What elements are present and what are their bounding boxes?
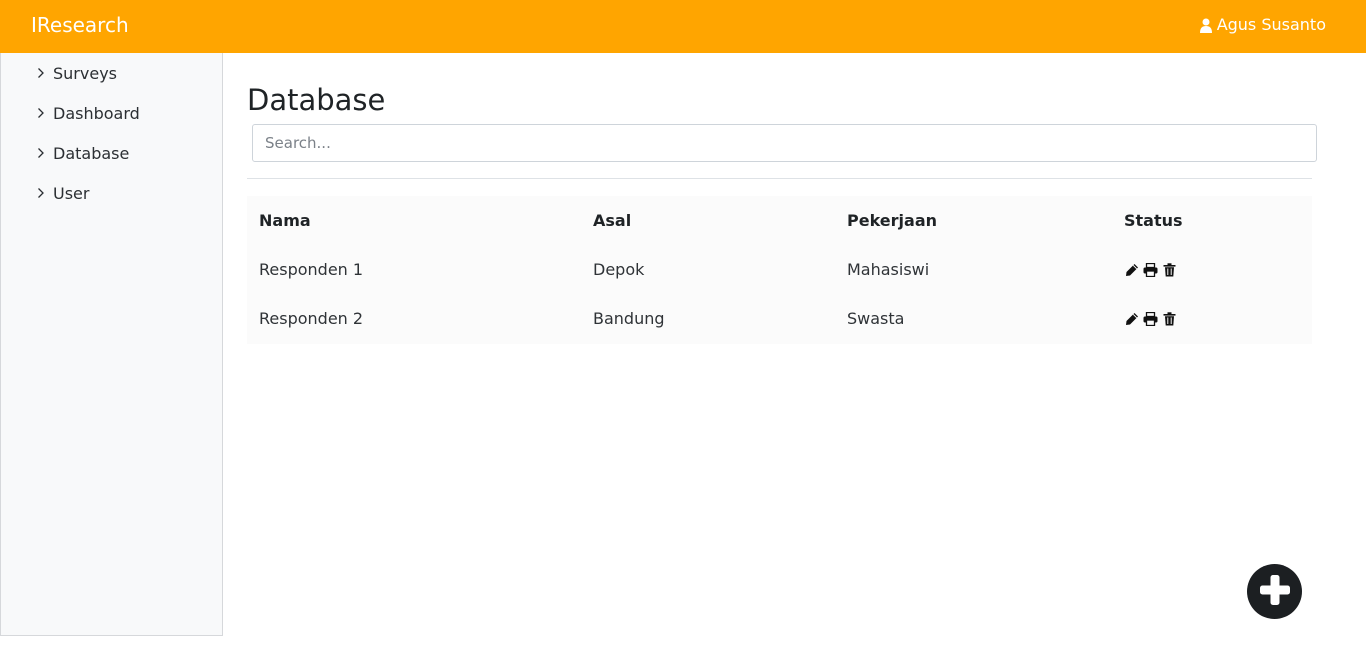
add-button[interactable] <box>1247 564 1302 619</box>
table-row: Responden 2 Bandung Swasta <box>247 294 1312 343</box>
cell-status-actions <box>1124 245 1177 294</box>
pencil-icon[interactable] <box>1124 262 1139 277</box>
pencil-icon[interactable] <box>1124 311 1139 326</box>
trash-icon[interactable] <box>1162 262 1177 277</box>
search-input[interactable] <box>252 124 1317 162</box>
brand-logo[interactable]: IResearch <box>31 12 129 38</box>
column-header-status: Status <box>1124 211 1183 230</box>
cell-status-actions <box>1124 294 1177 343</box>
cell-pekerjaan: Mahasiswi <box>847 260 930 279</box>
page-title: Database <box>247 83 386 117</box>
sidebar-item-surveys[interactable]: Surveys <box>37 62 117 84</box>
divider <box>247 178 1312 179</box>
cell-asal: Depok <box>593 260 645 279</box>
chevron-right-icon <box>37 107 45 119</box>
chevron-right-icon <box>37 147 45 159</box>
column-header-asal: Asal <box>593 211 632 230</box>
sidebar-item-label: Database <box>53 143 130 163</box>
cell-nama: Responden 1 <box>259 260 364 279</box>
user-name: Agus Susanto <box>1216 15 1326 34</box>
sidebar-item-database[interactable]: Database <box>37 142 129 164</box>
table-header-row: Nama Asal Pekerjaan Status <box>247 196 1312 245</box>
print-icon[interactable] <box>1143 262 1158 277</box>
column-header-nama: Nama <box>259 211 311 230</box>
top-navbar: IResearch Agus Susanto <box>0 0 1366 53</box>
responden-table: Nama Asal Pekerjaan Status Responden 1 D… <box>247 196 1312 344</box>
cell-nama: Responden 2 <box>259 309 364 328</box>
chevron-right-icon <box>37 67 45 79</box>
sidebar-item-label: User <box>53 183 90 203</box>
print-icon[interactable] <box>1143 311 1158 326</box>
cell-pekerjaan: Swasta <box>847 309 905 328</box>
sidebar-item-dashboard[interactable]: Dashboard <box>37 102 140 124</box>
chevron-right-icon <box>37 187 45 199</box>
sidebar-item-label: Dashboard <box>53 103 140 123</box>
sidebar: Surveys Dashboard Database User <box>0 53 223 636</box>
user-icon <box>1199 18 1212 33</box>
trash-icon[interactable] <box>1162 311 1177 326</box>
plus-icon <box>1259 574 1291 610</box>
table-row: Responden 1 Depok Mahasiswi <box>247 245 1312 294</box>
sidebar-item-user[interactable]: User <box>37 182 89 204</box>
user-menu[interactable]: Agus Susanto <box>1199 14 1326 36</box>
cell-asal: Bandung <box>593 309 665 328</box>
column-header-pekerjaan: Pekerjaan <box>847 211 937 230</box>
sidebar-item-label: Surveys <box>53 63 117 83</box>
